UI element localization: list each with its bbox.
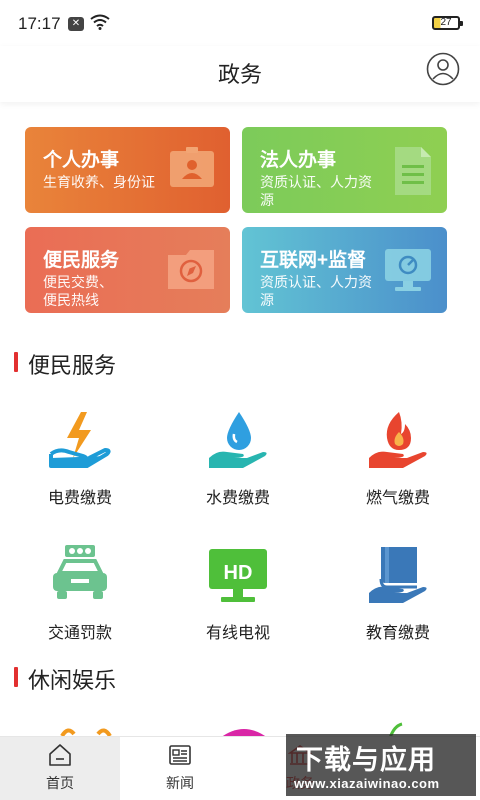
service-water[interactable]: 水费缴费 — [158, 408, 318, 508]
card-convenience-services[interactable]: 便民服务 便民交费、便民热线 — [25, 227, 230, 313]
card-title: 便民服务 — [43, 250, 120, 271]
car-icon — [53, 545, 107, 599]
card-title: 互联网+监督 — [260, 250, 367, 271]
svg-text:HD: HD — [224, 562, 253, 584]
service-traffic-fine[interactable]: 交通罚款 — [0, 543, 160, 643]
card-subtitle: 生育收养、身份证 — [43, 174, 155, 190]
service-label: 有线电视 — [205, 625, 270, 642]
watermark-url: www.xiazaiwinao.com — [294, 776, 440, 791]
monitor-icon — [385, 249, 431, 291]
gas-icon — [369, 412, 427, 468]
watermark-title: 下载与应用 — [296, 745, 436, 775]
status-time: 17:17 — [18, 14, 61, 33]
service-electricity[interactable]: 电费缴费 — [0, 408, 160, 508]
service-gas[interactable]: 燃气缴费 — [318, 408, 478, 508]
page-title: 政务 — [217, 62, 262, 87]
tab-label: 新闻 — [166, 775, 194, 791]
status-bar: 17:17 ✕ 27 — [0, 0, 480, 46]
header: 政务 — [0, 46, 480, 102]
tab-label: 首页 — [46, 775, 74, 791]
tab-home[interactable]: 首页 — [0, 737, 120, 800]
document-icon — [395, 147, 431, 195]
service-label: 燃气缴费 — [365, 490, 430, 507]
card-subtitle: 资质认证、人力资源 — [260, 274, 372, 308]
user-avatar-icon[interactable] — [426, 52, 460, 86]
water-icon — [209, 412, 267, 468]
battery-icon: 27 — [432, 16, 463, 30]
tv-icon: HD — [209, 549, 267, 602]
service-cable-tv[interactable]: HD 有线电视 — [158, 543, 318, 643]
service-label: 教育缴费 — [365, 625, 430, 642]
card-personal-affairs[interactable]: 个人办事 生育收养、身份证 — [25, 127, 230, 213]
service-education[interactable]: 教育缴费 — [318, 543, 478, 643]
wifi-icon — [90, 14, 110, 30]
id-card-icon — [170, 147, 214, 187]
card-legal-affairs[interactable]: 法人办事 资质认证、人力资源 — [242, 127, 447, 213]
card-title: 个人办事 — [43, 150, 120, 171]
electricity-icon — [49, 412, 111, 468]
card-subtitle: 便民交费、便民热线 — [43, 274, 113, 308]
home-icon — [49, 744, 71, 766]
service-label: 电费缴费 — [47, 490, 112, 507]
card-title: 法人办事 — [260, 150, 337, 171]
battery-level: 27 — [440, 17, 452, 28]
tab-news[interactable]: 新闻 — [120, 737, 240, 800]
book-icon — [369, 547, 427, 603]
compass-folder-icon — [168, 250, 214, 289]
card-internet-supervision[interactable]: 互联网+监督 资质认证、人力资源 — [242, 227, 447, 313]
section-title-leisure: 休闲娱乐 — [14, 663, 116, 695]
news-icon — [169, 745, 191, 765]
section-title-convenience: 便民服务 — [14, 348, 116, 380]
service-label: 水费缴费 — [205, 490, 270, 507]
watermark: 下载与应用 www.xiazaiwinao.com — [286, 734, 476, 796]
notification-icon: ✕ — [68, 17, 84, 31]
service-label: 交通罚款 — [47, 625, 112, 642]
card-subtitle: 资质认证、人力资源 — [260, 174, 372, 208]
